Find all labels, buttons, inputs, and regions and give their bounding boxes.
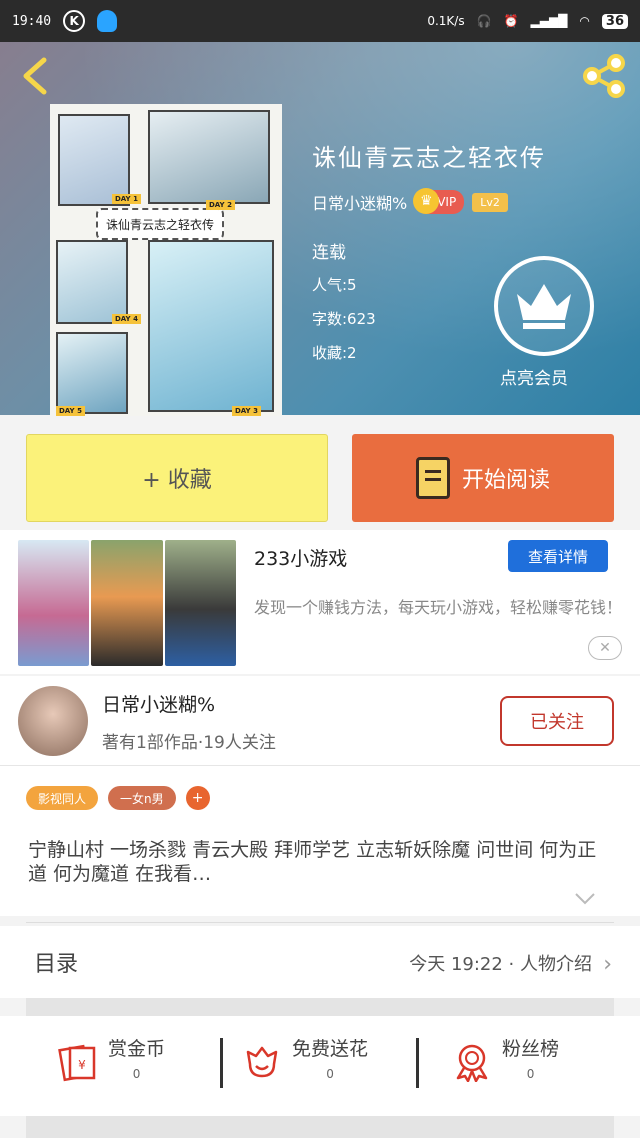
reward-coins-count: 0 — [132, 1067, 141, 1081]
signal-icon: ▂▄▆█ — [530, 14, 568, 28]
book-intro-section: 影视同人 一女n男 + 宁静山村 一场杀戮 青云大殿 拜师学艺 立志斩妖除魔 问… — [0, 766, 640, 916]
book-icon — [415, 457, 450, 499]
add-tag-button[interactable]: + — [185, 786, 210, 810]
start-reading-button[interactable]: 开始阅读 — [352, 434, 614, 522]
status-right: 0.1K/s 🎧 ⏰ ▂▄▆█ ◠ 36 — [427, 13, 628, 29]
fan-ranking-label: 粉丝榜 — [502, 1038, 560, 1060]
cover-photo-1 — [58, 114, 130, 206]
author-row: 日常小迷糊% VIP Lv2 — [312, 188, 508, 214]
net-speed: 0.1K/s — [427, 14, 465, 28]
ad-close-button[interactable]: ✕ — [588, 636, 622, 660]
ad-detail-button[interactable]: 查看详情 — [508, 540, 608, 572]
cover-caption: 诛仙青云志之轻衣传 — [96, 208, 224, 240]
level-badge: Lv2 — [472, 192, 508, 212]
book-status: 连载 — [312, 243, 346, 263]
table-of-contents-row[interactable]: 目录 今天 19:22 · 人物介绍 › — [0, 926, 640, 998]
cover-day-label: DAY 4 — [112, 314, 141, 324]
chevron-right-icon: › — [603, 952, 612, 977]
author-card-stats: 著有1部作品·19人关注 — [102, 733, 276, 753]
avatar[interactable] — [18, 686, 88, 756]
status-bar: 19:40 K 0.1K/s 🎧 ⏰ ▂▄▆█ ◠ 36 — [0, 0, 640, 42]
flower-icon — [246, 1046, 278, 1078]
back-arrow-icon — [23, 57, 47, 95]
cover-photo-3 — [56, 240, 128, 324]
cover-photo-4 — [148, 240, 274, 412]
cover-day-label: DAY 3 — [232, 406, 261, 416]
book-word-count: 字数:623 — [312, 310, 376, 328]
fan-ranking-count: 0 — [526, 1067, 535, 1081]
cover-photo-5 — [56, 332, 128, 414]
toc-label: 目录 — [34, 952, 79, 977]
share-icon — [583, 54, 625, 98]
share-button[interactable] — [582, 54, 626, 98]
ad-description: 发现一个赚钱方法，每天玩小游戏，轻松赚零花钱！ — [254, 598, 623, 617]
follow-button[interactable]: 已关注 — [500, 696, 614, 746]
ad-banner[interactable]: 233小游戏 查看详情 发现一个赚钱方法，每天玩小游戏，轻松赚零花钱！ ✕ — [0, 530, 640, 674]
medal-icon — [456, 1044, 488, 1082]
expand-chevron-icon[interactable] — [574, 892, 596, 906]
send-flower-button[interactable]: 免费送花 0 — [242, 1034, 368, 1104]
collect-button[interactable]: + 收藏 — [26, 434, 328, 522]
member-button[interactable] — [494, 256, 594, 356]
section-spacer — [26, 1116, 614, 1138]
cover-day-label: DAY 1 — [112, 194, 141, 204]
book-intro[interactable]: 宁静山村 一场杀戮 青云大殿 拜师学艺 立志斩妖除魔 问世间 何为正道 何为魔道… — [28, 838, 600, 886]
author-card-name: 日常小迷糊% — [102, 694, 216, 716]
book-favorites: 收藏:2 — [312, 344, 357, 362]
section-spacer — [26, 998, 614, 1016]
divider — [220, 1038, 223, 1088]
reward-coins-label: 赏金币 — [108, 1038, 166, 1060]
battery-level: 36 — [601, 13, 628, 29]
tag-item[interactable]: 一女n男 — [108, 786, 176, 810]
bottom-actions: ¥ 赏金币 0 免费送花 0 粉丝榜 0 — [0, 1016, 640, 1116]
send-flower-label: 免费送花 — [292, 1038, 369, 1060]
status-time: 19:40 — [12, 13, 52, 29]
cover-photo-2 — [148, 110, 270, 204]
cover-day-label: DAY 2 — [206, 200, 235, 210]
tag-item[interactable]: 影视同人 — [26, 786, 99, 810]
svg-text:¥: ¥ — [78, 1058, 86, 1072]
send-flower-count: 0 — [326, 1067, 334, 1081]
book-title: 诛仙青云志之轻衣传 — [312, 144, 546, 172]
toc-latest-chapter: 今天 19:22 · 人物介绍 — [409, 954, 592, 975]
headphone-icon: 🎧 — [476, 14, 492, 28]
back-button[interactable] — [18, 56, 50, 96]
alarm-icon: ⏰ — [503, 14, 519, 28]
divider — [416, 1038, 419, 1088]
divider — [26, 922, 614, 923]
fan-ranking-button[interactable]: 粉丝榜 0 — [452, 1034, 559, 1104]
member-label: 点亮会员 — [500, 369, 568, 389]
start-reading-label: 开始阅读 — [461, 468, 550, 493]
k-app-icon: K — [63, 10, 86, 32]
red-envelope-icon: ¥ — [58, 1044, 96, 1082]
reward-coins-button[interactable]: ¥ 赏金币 0 — [58, 1034, 165, 1104]
author-name[interactable]: 日常小迷糊% — [312, 190, 407, 214]
crown-icon — [517, 284, 571, 329]
tag-list: 影视同人 一女n男 + — [26, 786, 210, 810]
ad-title: 233小游戏 — [254, 548, 348, 570]
book-cover[interactable]: 诛仙青云志之轻衣传 DAY 1 DAY 2 DAY 3 DAY 4 DAY 5 — [50, 104, 282, 416]
wifi-icon: ◠ — [579, 14, 590, 28]
qq-icon — [97, 10, 118, 32]
author-card[interactable]: 日常小迷糊% 著有1部作品·19人关注 已关注 — [0, 676, 640, 766]
vip-badge: VIP — [413, 188, 465, 214]
ad-image — [18, 540, 236, 666]
book-popularity: 人气:5 — [312, 276, 357, 294]
cover-day-label: DAY 5 — [56, 406, 85, 416]
